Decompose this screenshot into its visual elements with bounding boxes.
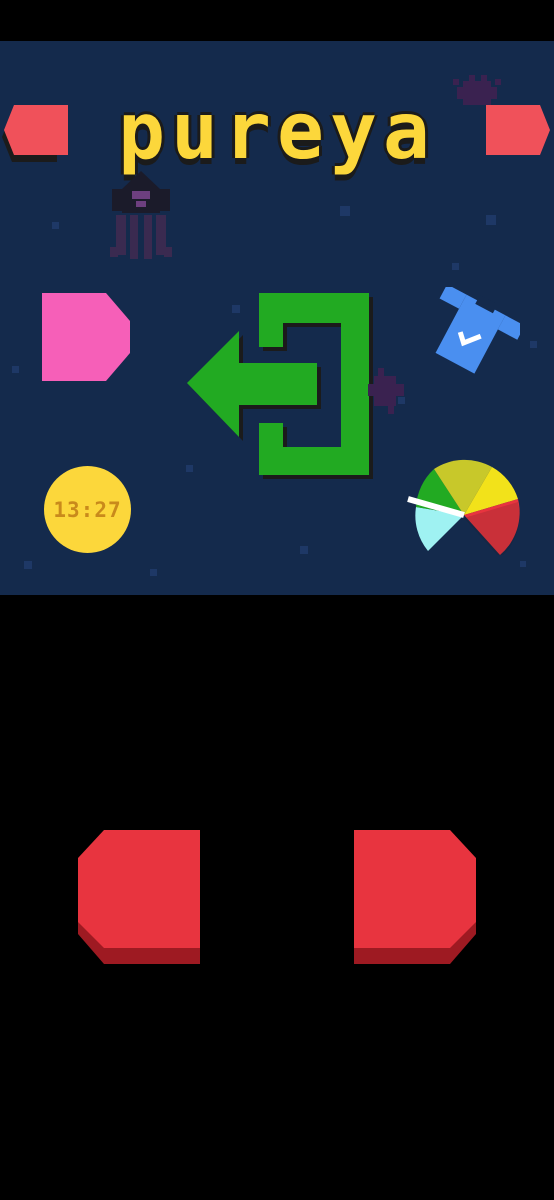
squid-sprite <box>110 171 172 259</box>
clock-icon[interactable]: 13:27 <box>44 466 131 553</box>
clock-time: 13:27 <box>53 497 122 522</box>
exit-door-arrow-icon[interactable] <box>183 291 383 491</box>
right-control-button[interactable] <box>350 830 480 966</box>
speedometer-gauge-icon[interactable] <box>404 455 524 555</box>
shirt-icon[interactable] <box>420 287 520 383</box>
pink-tab-icon[interactable] <box>42 293 132 383</box>
game-screen: pureya 13:27 <box>0 41 554 595</box>
sea-urchin-sprite-2 <box>368 368 404 414</box>
game-title: pureya <box>118 87 436 177</box>
left-control-button[interactable] <box>74 830 204 966</box>
